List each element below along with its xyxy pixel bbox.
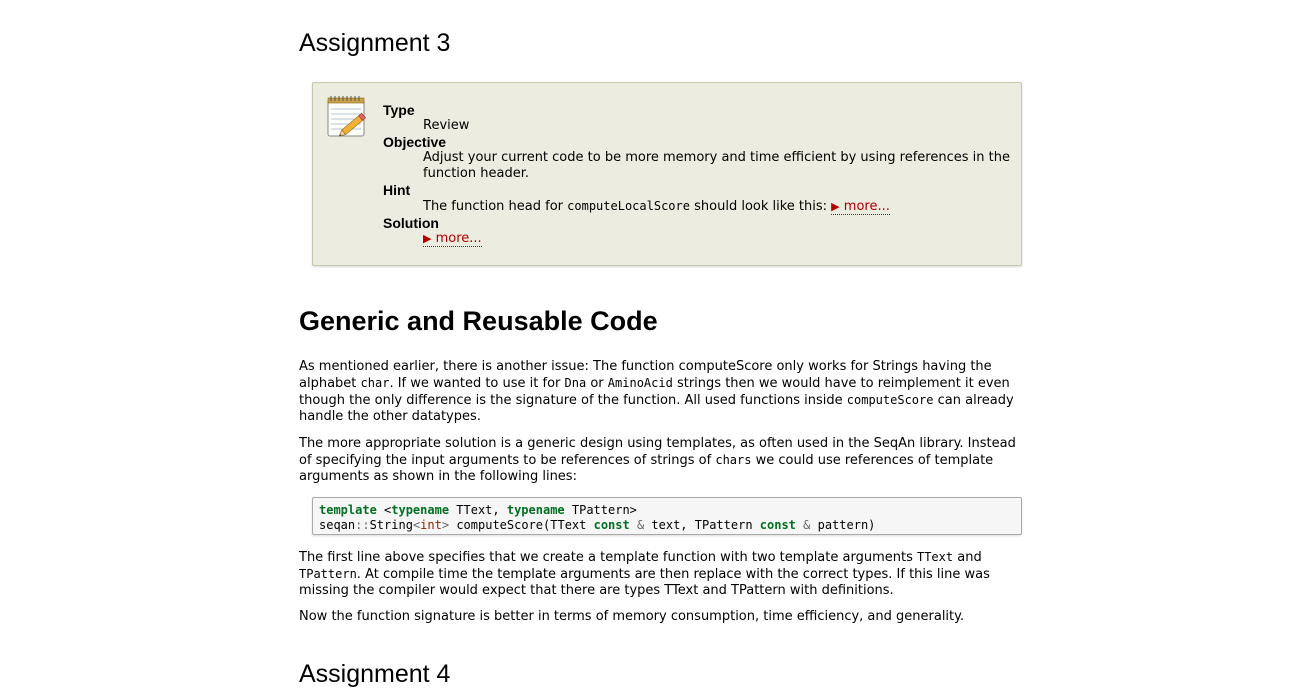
hint-suffix: should look like this: [694,199,828,214]
code-keyword: typename [506,503,565,517]
hint-prefix: The function head for [423,199,564,214]
para1-code-aminoacid: AminoAcid [607,376,673,390]
assignment-3-heading: Assignment 3 [299,29,451,57]
code-operator: :: [355,518,370,532]
code-keyword: const [593,518,630,532]
type-label: Type [383,102,415,118]
code-type: int [420,518,442,532]
hint-label: Hint [383,182,411,198]
paragraph-4: Now the function signature is better in … [299,609,965,624]
objective-value: Adjust your current code to be more memo… [423,150,1010,181]
code-line-2: seqan::String<int> computeScore(TText co… [319,518,875,532]
code-keyword: template [319,503,377,517]
code-text: String [369,518,413,532]
para3-code-tpattern: TPattern [299,567,357,581]
para3-code-ttext: TText [916,550,954,564]
hint-code: computeLocalScore [567,199,690,213]
hint-value: The function head for computeLocalScore … [383,198,1013,215]
para2-code-chars: chars [715,453,752,467]
assignment-4-heading: Assignment 4 [299,660,451,688]
code-operator: > [441,518,450,532]
hint-more-label: more... [843,199,890,214]
para1-code-char: char [360,376,390,390]
paragraph-1: As mentioned earlier, there is another i… [299,359,1029,425]
code-text: < [376,503,392,517]
code-block: template <typename TText, typename TPatt… [312,497,1022,535]
para3-text-1: The first line above specifies that we c… [299,550,913,565]
assignment-box: Type Review Objective Adjust your curren… [312,82,1022,266]
solution-more-label: more... [435,231,482,246]
triangle-right-icon: ▶ [831,200,840,213]
code-line-1: template <typename TText, typename TPatt… [319,503,637,517]
para1-text-3: or [590,376,604,391]
para1-code-computescore: computeScore [846,393,934,407]
triangle-right-icon: ▶ [423,232,432,245]
code-keyword: typename [391,503,450,517]
solution-label: Solution [383,215,439,231]
para3-text-3: . At compile time the template arguments… [299,567,990,598]
para3-text-2: and [957,550,982,565]
para1-code-dna: Dna [564,376,587,390]
code-text: pattern) [810,518,876,532]
code-keyword: const [759,518,796,532]
code-text: seqan [319,518,356,532]
section-heading: Generic and Reusable Code [299,306,658,336]
solution-more-link[interactable]: ▶ more... [423,231,482,247]
type-value: Review [423,118,470,133]
notepad-pencil-icon [327,96,367,137]
code-listing: template <typename TText, typename TPatt… [313,498,1021,538]
code-text: TText, [449,503,507,517]
paragraph-3: The first line above specifies that we c… [299,549,1029,599]
code-text: computeScore(TText [449,518,594,532]
code-text: text, TPattern [644,518,760,532]
code-text: TPattern> [564,503,637,517]
para1-text-2: . If we wanted to use it for [389,376,561,391]
hint-more-link[interactable]: ▶ more... [831,199,890,215]
objective-label: Objective [383,134,447,150]
solution-value: ▶ more... [383,231,1013,247]
paragraph-2: The more appropriate solution is a gener… [299,436,1029,485]
assignment-details: Type Review Objective Adjust your curren… [383,102,1013,247]
